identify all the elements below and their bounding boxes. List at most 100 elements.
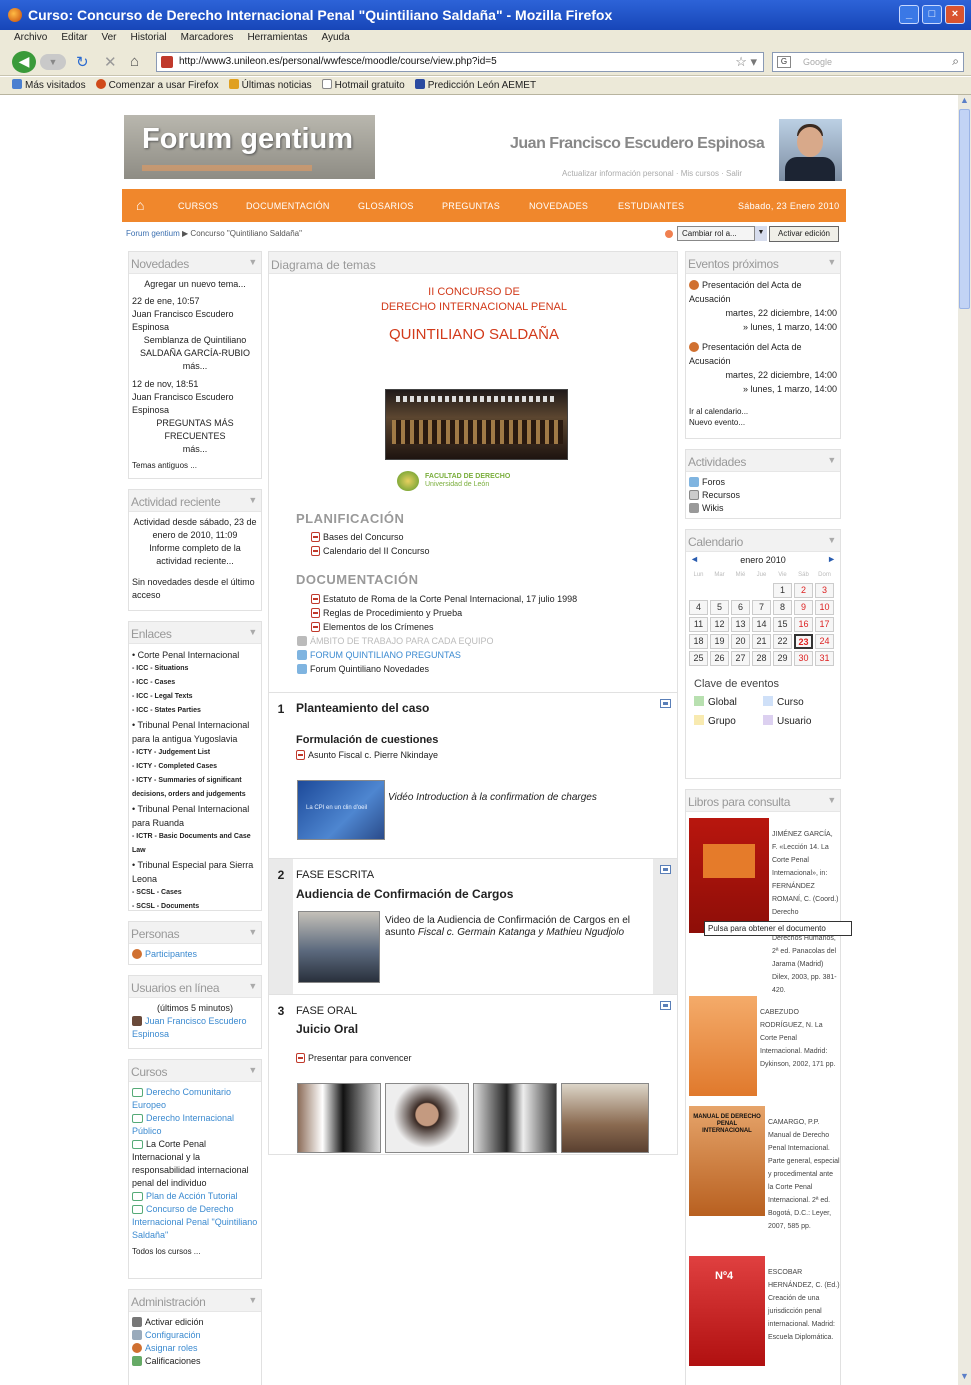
menu-herramientas[interactable]: Herramientas [247, 32, 307, 48]
link-item[interactable]: - SCSL - Documents [132, 900, 258, 914]
toggle-icon[interactable]: ▼ [248, 495, 257, 505]
trial-photo[interactable] [297, 1083, 381, 1153]
toggle-icon[interactable]: ▼ [248, 257, 257, 267]
more-link[interactable]: más... [132, 360, 258, 373]
trial-photo[interactable] [473, 1083, 557, 1153]
toggle-icon[interactable]: ▼ [827, 795, 836, 805]
vertical-scrollbar[interactable]: ▲ ▼ [958, 95, 971, 1385]
event-link[interactable]: Presentación del Acta de Acusación [689, 280, 802, 304]
wiki-link[interactable]: ÁMBITO DE TRABAJO PARA CADA EQUIPO [297, 636, 494, 646]
calendar-day[interactable]: 11 [689, 617, 708, 632]
course-link[interactable]: Derecho Internacional Público [132, 1113, 234, 1136]
forward-icon[interactable]: ▼ [40, 54, 66, 70]
admin-link[interactable]: Asignar roles [145, 1343, 198, 1353]
reload-icon[interactable]: ↻ [76, 53, 89, 71]
menu-archivo[interactable]: Archivo [14, 32, 47, 48]
link-item[interactable]: - SCSL - Cases [132, 886, 258, 900]
calendar-day[interactable]: 9 [794, 600, 813, 615]
resource-link[interactable]: Bases del Concurso [311, 532, 404, 542]
trial-photo[interactable] [385, 1083, 469, 1153]
show-only-topic-icon[interactable] [660, 1001, 671, 1010]
course-link[interactable]: Plan de Acción Tutorial [146, 1191, 238, 1201]
nav-glosarios[interactable]: GLOSARIOS [358, 201, 414, 211]
toggle-icon[interactable]: ▼ [827, 257, 836, 267]
show-only-topic-icon[interactable] [660, 865, 671, 874]
key-group[interactable]: Grupo [694, 715, 763, 727]
close-button[interactable]: × [945, 5, 965, 24]
search-bar[interactable]: G Google ⌕ [772, 52, 964, 72]
calendar-day[interactable]: 29 [773, 651, 792, 666]
calendar-day[interactable]: 5 [710, 600, 729, 615]
site-logo[interactable]: Forum gentium [124, 115, 375, 179]
course-link[interactable]: Derecho Comunitario Europeo [132, 1087, 231, 1110]
menu-marcadores[interactable]: Marcadores [181, 32, 234, 48]
course-link[interactable]: La Corte Penal Internacional y la respon… [132, 1139, 249, 1188]
next-month-icon[interactable]: ► [827, 554, 836, 564]
online-user-link[interactable]: Juan Francisco Escudero Espinosa [132, 1016, 247, 1039]
calendar-day[interactable]: 7 [752, 600, 771, 615]
bookmark-hotmail[interactable]: Hotmail gratuito [321, 79, 405, 94]
resource-link[interactable]: Asunto Fiscal c. Pierre Nkindaye [296, 750, 438, 760]
link-item[interactable]: - ICTY - Judgement List [132, 746, 258, 760]
link-item[interactable]: - ICTY - Summaries of significant decisi… [132, 774, 258, 802]
trial-photo[interactable] [561, 1083, 649, 1153]
link-item[interactable]: • Tribunal Penal Internacional para Ruan… [132, 802, 258, 830]
menu-historial[interactable]: Historial [131, 32, 167, 48]
link-item[interactable]: • Corte Penal Internacional [132, 648, 258, 662]
url-bar[interactable]: http://www3.unileon.es/personal/wwfesce/… [156, 52, 764, 72]
event-link[interactable]: Presentación del Acta de Acusación [689, 342, 802, 366]
resource-link[interactable]: Reglas de Procedimiento y Prueba [311, 608, 462, 618]
older-topics-link[interactable]: Temas antiguos ... [132, 459, 258, 472]
participants-link[interactable]: Participantes [145, 949, 197, 959]
link-item[interactable]: • Tribunal Especial para Sierra Leona [132, 858, 258, 886]
maximize-button[interactable]: □ [922, 5, 942, 24]
video-thumbnail[interactable]: La CPI en un clin d'oeil [297, 780, 385, 840]
link-item[interactable]: - ICC - Situations [132, 662, 258, 676]
add-topic-link[interactable]: Agregar un nuevo tema... [132, 278, 258, 291]
key-user[interactable]: Usuario [763, 715, 832, 727]
user-links[interactable]: Actualizar información personal · Mis cu… [562, 169, 742, 178]
back-icon[interactable]: ◀ [12, 51, 36, 73]
home-icon[interactable]: ⌂ [130, 53, 139, 70]
nav-novedades[interactable]: NOVEDADES [529, 201, 588, 211]
link-item[interactable]: - ICC - States Parties [132, 704, 258, 718]
book-cover[interactable]: Nº4 [689, 1256, 765, 1366]
book-cover[interactable] [689, 996, 757, 1096]
scroll-down-icon[interactable]: ▼ [958, 1371, 971, 1385]
calendar-day[interactable]: 15 [773, 617, 792, 632]
nav-documentacion[interactable]: DOCUMENTACIÓN [246, 201, 330, 211]
key-global[interactable]: Global [694, 696, 763, 708]
scroll-up-icon[interactable]: ▲ [958, 95, 971, 109]
toggle-icon[interactable]: ▼ [827, 535, 836, 545]
menu-ver[interactable]: Ver [101, 32, 116, 48]
calendar-day[interactable]: 23 [794, 634, 813, 649]
link-item[interactable]: - ICTY - Completed Cases [132, 760, 258, 774]
calendar-day[interactable]: 4 [689, 600, 708, 615]
star-icon[interactable]: ☆ ▾ [735, 54, 757, 70]
calendar-day[interactable]: 31 [815, 651, 834, 666]
calendar-day[interactable]: 28 [752, 651, 771, 666]
menu-editar[interactable]: Editar [61, 32, 87, 48]
breadcrumb-home[interactable]: Forum gentium [126, 229, 180, 238]
all-courses-link[interactable]: Todos los cursos ... [132, 1245, 258, 1258]
admin-link[interactable]: Configuración [145, 1330, 201, 1340]
toggle-icon[interactable]: ▼ [248, 1295, 257, 1305]
video-title[interactable]: Vidéo Introduction à la confirmation de … [388, 792, 597, 803]
calendar-day[interactable]: 27 [731, 651, 750, 666]
toggle-icon[interactable]: ▼ [248, 927, 257, 937]
nav-cursos[interactable]: CURSOS [178, 201, 218, 211]
bookmark-comenzar[interactable]: Comenzar a usar Firefox [95, 79, 219, 94]
nav-estudiantes[interactable]: ESTUDIANTES [618, 201, 684, 211]
calendar-day[interactable]: 12 [710, 617, 729, 632]
calendar-day[interactable]: 22 [773, 634, 792, 649]
calendar-day[interactable]: 10 [815, 600, 834, 615]
minimize-button[interactable]: _ [899, 5, 919, 24]
activity-link[interactable]: Wikis [702, 503, 724, 513]
calendar-day[interactable]: 20 [731, 634, 750, 649]
calendar-day[interactable]: 1 [773, 583, 792, 598]
home-icon[interactable]: ⌂ [136, 197, 145, 213]
toggle-icon[interactable]: ▼ [248, 981, 257, 991]
bookmark-noticias[interactable]: Últimas noticias [228, 79, 312, 94]
resource-link[interactable]: Presentar para convencer [296, 1053, 412, 1063]
forum-link[interactable]: FORUM QUINTILIANO PREGUNTAS [297, 650, 461, 660]
